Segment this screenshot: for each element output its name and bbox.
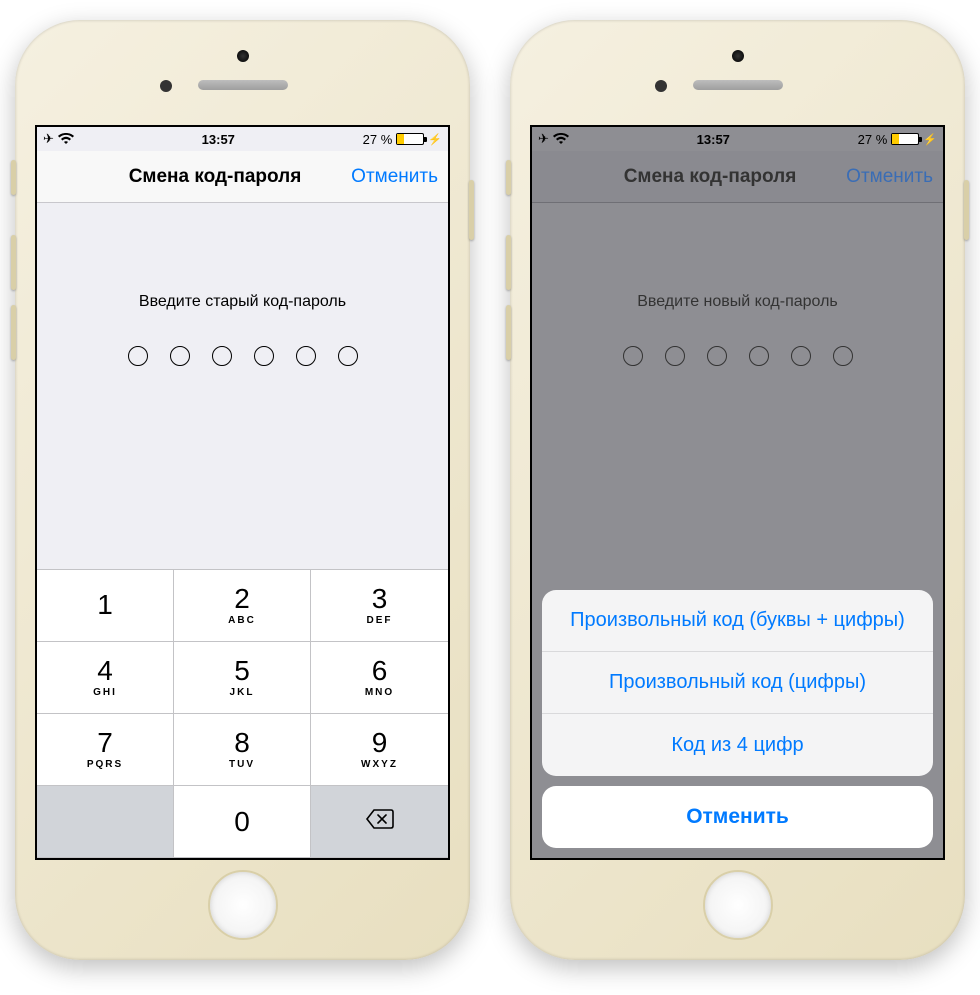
mute-switch <box>506 160 511 195</box>
option-numeric[interactable]: Произвольный код (цифры) <box>542 652 933 714</box>
nav-title: Смена код-пароля <box>129 166 302 188</box>
volume-up-button <box>11 235 16 290</box>
key-2[interactable]: 2ABC <box>174 570 311 642</box>
passcode-dot <box>833 346 853 366</box>
passcode-dot <box>749 346 769 366</box>
backspace-icon <box>365 808 395 835</box>
battery-pct: 27 % <box>858 132 888 147</box>
charging-icon: ⚡ <box>923 133 937 146</box>
power-button <box>964 180 969 240</box>
screen-left: ✈ 13:57 27 % ⚡ Смена код-пароля Отменить… <box>35 125 450 860</box>
home-button[interactable] <box>208 870 278 940</box>
wifi-icon <box>58 133 74 145</box>
passcode-dots <box>128 346 358 366</box>
passcode-dot <box>170 346 190 366</box>
prox-sensor <box>160 80 172 92</box>
key-1[interactable]: 1 <box>37 570 174 642</box>
airplane-icon: ✈ <box>538 131 549 147</box>
prox-sensor <box>655 80 667 92</box>
passcode-dot <box>707 346 727 366</box>
number-keypad: 1 2ABC 3DEF 4GHI 5JKL 6MNO 7PQRS 8TUV 9W… <box>37 569 448 858</box>
key-3[interactable]: 3DEF <box>311 570 448 642</box>
action-sheet-cancel[interactable]: Отменить <box>542 786 933 848</box>
passcode-prompt-area: Введите старый код-пароль <box>37 203 448 569</box>
nav-bar: Смена код-пароля Отменить <box>37 151 448 203</box>
status-bar: ✈ 13:57 27 % ⚡ <box>37 127 448 151</box>
volume-down-button <box>11 305 16 360</box>
action-sheet: Произвольный код (буквы + цифры) Произво… <box>532 580 943 858</box>
status-bar: ✈ 13:57 27 % ⚡ <box>532 127 943 151</box>
passcode-dots <box>623 346 853 366</box>
nav-title: Смена код-пароля <box>624 166 797 188</box>
volume-down-button <box>506 305 511 360</box>
option-4digit[interactable]: Код из 4 цифр <box>542 714 933 776</box>
airplane-icon: ✈ <box>43 131 54 147</box>
phone-left: ✈ 13:57 27 % ⚡ Смена код-пароля Отменить… <box>15 20 470 960</box>
battery-icon <box>891 133 919 145</box>
key-0[interactable]: 0 <box>174 786 311 858</box>
prompt-text: Введите новый код-пароль <box>637 293 838 311</box>
passcode-dot <box>212 346 232 366</box>
nav-cancel-button[interactable]: Отменить <box>351 166 438 188</box>
passcode-dot <box>254 346 274 366</box>
nav-bar: Смена код-пароля Отменить <box>532 151 943 203</box>
key-8[interactable]: 8TUV <box>174 714 311 786</box>
key-empty <box>37 786 174 858</box>
battery-pct: 27 % <box>363 132 393 147</box>
key-7[interactable]: 7PQRS <box>37 714 174 786</box>
phone-right: ✈ 13:57 27 % ⚡ Смена код-пароля Отменить… <box>510 20 965 960</box>
key-5[interactable]: 5JKL <box>174 642 311 714</box>
passcode-dot <box>665 346 685 366</box>
key-backspace[interactable] <box>311 786 448 858</box>
prompt-text: Введите старый код-пароль <box>139 293 346 311</box>
action-sheet-options: Произвольный код (буквы + цифры) Произво… <box>542 590 933 776</box>
status-time: 13:57 <box>202 132 235 147</box>
home-button[interactable] <box>703 870 773 940</box>
front-camera <box>732 50 744 62</box>
key-6[interactable]: 6MNO <box>311 642 448 714</box>
passcode-dot <box>296 346 316 366</box>
screen-right: ✈ 13:57 27 % ⚡ Смена код-пароля Отменить… <box>530 125 945 860</box>
wifi-icon <box>553 133 569 145</box>
charging-icon: ⚡ <box>428 133 442 146</box>
status-time: 13:57 <box>697 132 730 147</box>
key-4[interactable]: 4GHI <box>37 642 174 714</box>
power-button <box>469 180 474 240</box>
passcode-dot <box>791 346 811 366</box>
mute-switch <box>11 160 16 195</box>
volume-up-button <box>506 235 511 290</box>
battery-icon <box>396 133 424 145</box>
passcode-dot <box>338 346 358 366</box>
passcode-dot <box>128 346 148 366</box>
nav-cancel-button[interactable]: Отменить <box>846 166 933 188</box>
passcode-dot <box>623 346 643 366</box>
option-alphanumeric[interactable]: Произвольный код (буквы + цифры) <box>542 590 933 652</box>
key-9[interactable]: 9WXYZ <box>311 714 448 786</box>
front-camera <box>237 50 249 62</box>
